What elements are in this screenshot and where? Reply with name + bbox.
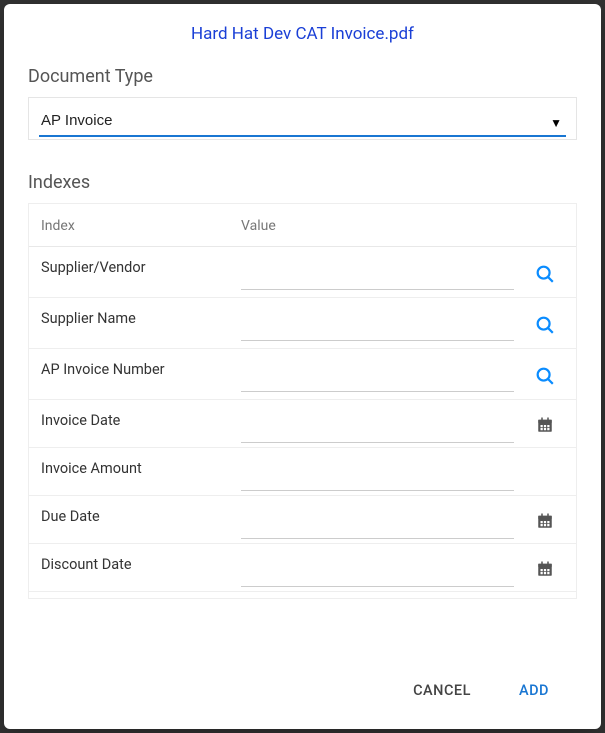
index-name-cell: Supplier/Vendor xyxy=(29,247,229,298)
lookup-action-cell xyxy=(522,298,576,349)
date-action-cell xyxy=(522,496,576,544)
dialog-actions: CANCEL ADD xyxy=(28,656,577,711)
add-button[interactable]: ADD xyxy=(515,676,553,705)
search-icon[interactable] xyxy=(534,323,556,340)
table-row: Due Date xyxy=(29,496,576,544)
document-type-select-wrap: AP Invoice ▼ xyxy=(28,97,577,140)
index-value-input[interactable] xyxy=(241,367,514,392)
lookup-action-cell xyxy=(522,247,576,298)
indexes-header-value: Value xyxy=(229,204,522,247)
index-value-input[interactable] xyxy=(241,562,514,587)
search-icon[interactable] xyxy=(534,272,556,289)
table-row: Supplier Name xyxy=(29,298,576,349)
index-name-cell: Invoice Amount xyxy=(29,448,229,496)
lookup-action-cell xyxy=(522,349,576,400)
index-value-input[interactable] xyxy=(241,514,514,539)
index-value-cell xyxy=(229,247,522,298)
index-name-cell: Invoice Date xyxy=(29,400,229,448)
document-title-link[interactable]: Hard Hat Dev CAT Invoice.pdf xyxy=(28,24,577,44)
index-value-input[interactable] xyxy=(241,316,514,341)
calendar-icon[interactable] xyxy=(536,565,554,582)
indexes-header-index: Index xyxy=(29,204,229,247)
index-value-cell xyxy=(229,448,522,496)
indexes-table: Index Value Supplier/VendorSupplier Name… xyxy=(29,204,576,592)
document-dialog: Hard Hat Dev CAT Invoice.pdf Document Ty… xyxy=(4,4,601,729)
index-value-cell xyxy=(229,544,522,592)
indexes-scroll-area[interactable]: Index Value Supplier/VendorSupplier Name… xyxy=(28,203,577,599)
index-value-input[interactable] xyxy=(241,418,514,443)
date-action-cell xyxy=(522,400,576,448)
table-row: Supplier/Vendor xyxy=(29,247,576,298)
index-value-cell xyxy=(229,298,522,349)
index-name-cell: AP Invoice Number xyxy=(29,349,229,400)
index-value-input[interactable] xyxy=(241,466,514,491)
index-value-input[interactable] xyxy=(241,265,514,290)
document-type-label: Document Type xyxy=(28,66,577,87)
table-row: Invoice Date xyxy=(29,400,576,448)
document-type-select[interactable]: AP Invoice xyxy=(39,106,566,137)
index-value-cell xyxy=(229,349,522,400)
indexes-label: Indexes xyxy=(28,172,577,193)
indexes-header-row: Index Value xyxy=(29,204,576,247)
index-value-cell xyxy=(229,496,522,544)
index-name-cell: Supplier Name xyxy=(29,298,229,349)
index-value-cell xyxy=(229,400,522,448)
index-name-cell: Discount Date xyxy=(29,544,229,592)
table-row: Invoice Amount xyxy=(29,448,576,496)
table-row: AP Invoice Number xyxy=(29,349,576,400)
date-action-cell xyxy=(522,544,576,592)
calendar-icon[interactable] xyxy=(536,517,554,534)
index-name-cell: Due Date xyxy=(29,496,229,544)
search-icon[interactable] xyxy=(534,374,556,391)
empty-action-cell xyxy=(522,448,576,496)
table-row: Discount Date xyxy=(29,544,576,592)
cancel-button[interactable]: CANCEL xyxy=(409,676,475,705)
indexes-header-action xyxy=(522,204,576,247)
calendar-icon[interactable] xyxy=(536,421,554,438)
